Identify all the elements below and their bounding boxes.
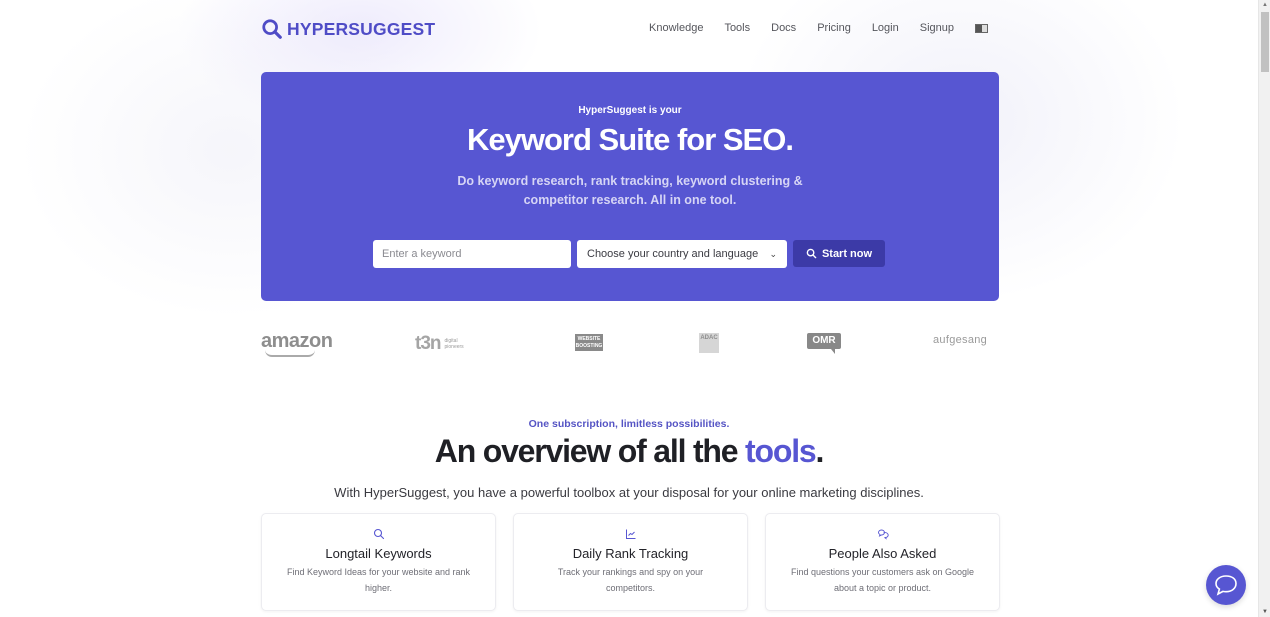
start-now-label: Start now	[821, 247, 873, 260]
chat-widget-button[interactable]	[1206, 565, 1246, 605]
scroll-down-arrow-icon[interactable]: ▼	[1262, 609, 1268, 615]
card-title: People Also Asked	[828, 546, 937, 561]
t3n-tagline-2: pioneers	[444, 344, 464, 350]
start-now-button[interactable]: Start now	[793, 240, 885, 267]
tool-cards: Longtail Keywords Find Keyword Ideas for…	[261, 513, 1000, 611]
hero-subtitle: Do keyword research, rank tracking, keyw…	[457, 174, 803, 207]
overview-kicker: One subscription, limitless possibilitie…	[528, 418, 730, 430]
language-flag-icon[interactable]	[975, 23, 988, 33]
brand-logo-aufgesang: aufgesang	[933, 334, 987, 346]
overview-title-end: .	[815, 433, 825, 469]
card-description: Find Keyword Ideas for your website and …	[286, 567, 471, 593]
nav-pricing[interactable]: Pricing	[817, 22, 851, 34]
page: HYPERSUGGEST Knowledge Tools Docs Pricin…	[0, 0, 1258, 617]
tool-card-rank-tracking[interactable]: Daily Rank Tracking Track your rankings …	[513, 513, 748, 611]
card-title: Daily Rank Tracking	[572, 546, 689, 561]
brand-t3n-text: t3n	[415, 333, 441, 354]
brand-logo-amazon: amazon	[261, 330, 333, 357]
keyword-input[interactable]	[373, 240, 571, 268]
nav-signup[interactable]: Signup	[920, 22, 954, 34]
chevron-down-icon: ⌄	[769, 248, 777, 259]
brand-logo-omr: OMR	[807, 333, 841, 354]
main-nav: Knowledge Tools Docs Pricing Login Signu…	[649, 22, 988, 34]
brand-t3n-tagline: digital pioneers	[445, 338, 464, 350]
keyword-search-form: Choose your country and language ⌄ Start…	[373, 240, 885, 268]
nav-knowledge[interactable]: Knowledge	[649, 22, 703, 34]
chat-bubble-icon	[1215, 575, 1237, 596]
logo-search-icon	[262, 19, 282, 39]
logo[interactable]: HYPERSUGGEST	[261, 18, 435, 40]
hero-kicker: HyperSuggest is your	[578, 105, 682, 116]
overview-title: An overview of all the tools.	[0, 433, 1258, 470]
brand-logo-adac: ADAC	[699, 333, 719, 353]
card-description: Track your rankings and spy on your comp…	[557, 567, 704, 593]
nav-docs[interactable]: Docs	[771, 22, 796, 34]
search-icon	[373, 528, 384, 540]
chat-bubbles-icon	[877, 529, 889, 540]
wb-line-2: BOOSTING	[575, 343, 603, 349]
country-language-select[interactable]: Choose your country and language ⌄	[577, 240, 787, 268]
tool-card-longtail-keywords[interactable]: Longtail Keywords Find Keyword Ideas for…	[261, 513, 496, 611]
overview-title-accent: tools	[745, 433, 817, 469]
site-header: HYPERSUGGEST Knowledge Tools Docs Pricin…	[261, 17, 998, 41]
scroll-up-arrow-icon[interactable]: ▲	[1262, 2, 1268, 8]
brand-logo-website-boosting: WEBSITE BOOSTING	[575, 334, 603, 351]
card-title: Longtail Keywords	[325, 546, 432, 561]
chart-line-icon	[625, 529, 635, 539]
hero-title: Keyword Suite for SEO.	[467, 122, 794, 157]
scroll-thumb[interactable]	[1261, 12, 1269, 72]
brand-amazon-text: amazon	[261, 330, 333, 352]
overview-title-main: An overview of all the	[434, 433, 746, 469]
nav-login[interactable]: Login	[872, 22, 899, 34]
brand-aufgesang-text: aufgesang	[933, 334, 988, 346]
country-select-value: Choose your country and language	[587, 248, 759, 260]
overview-subtitle: With HyperSuggest, you have a powerful t…	[334, 485, 924, 500]
amazon-smile-icon	[265, 350, 315, 357]
brand-logos: amazon t3n digital pioneers WEBSITE BOOS…	[261, 330, 998, 357]
nav-tools[interactable]: Tools	[724, 22, 750, 34]
tool-card-people-also-asked[interactable]: People Also Asked Find questions your cu…	[765, 513, 1000, 611]
card-description: Find questions your customers ask on Goo…	[790, 567, 975, 593]
page-scrollbar[interactable]: ▲ ▼	[1258, 0, 1270, 617]
wb-line-1: WEBSITE	[577, 336, 601, 342]
hero-banner: HyperSuggest is your Keyword Suite for S…	[261, 72, 999, 301]
logo-text: HYPERSUGGEST	[287, 18, 436, 39]
brand-logo-t3n: t3n digital pioneers	[415, 333, 464, 355]
search-icon	[806, 248, 817, 259]
